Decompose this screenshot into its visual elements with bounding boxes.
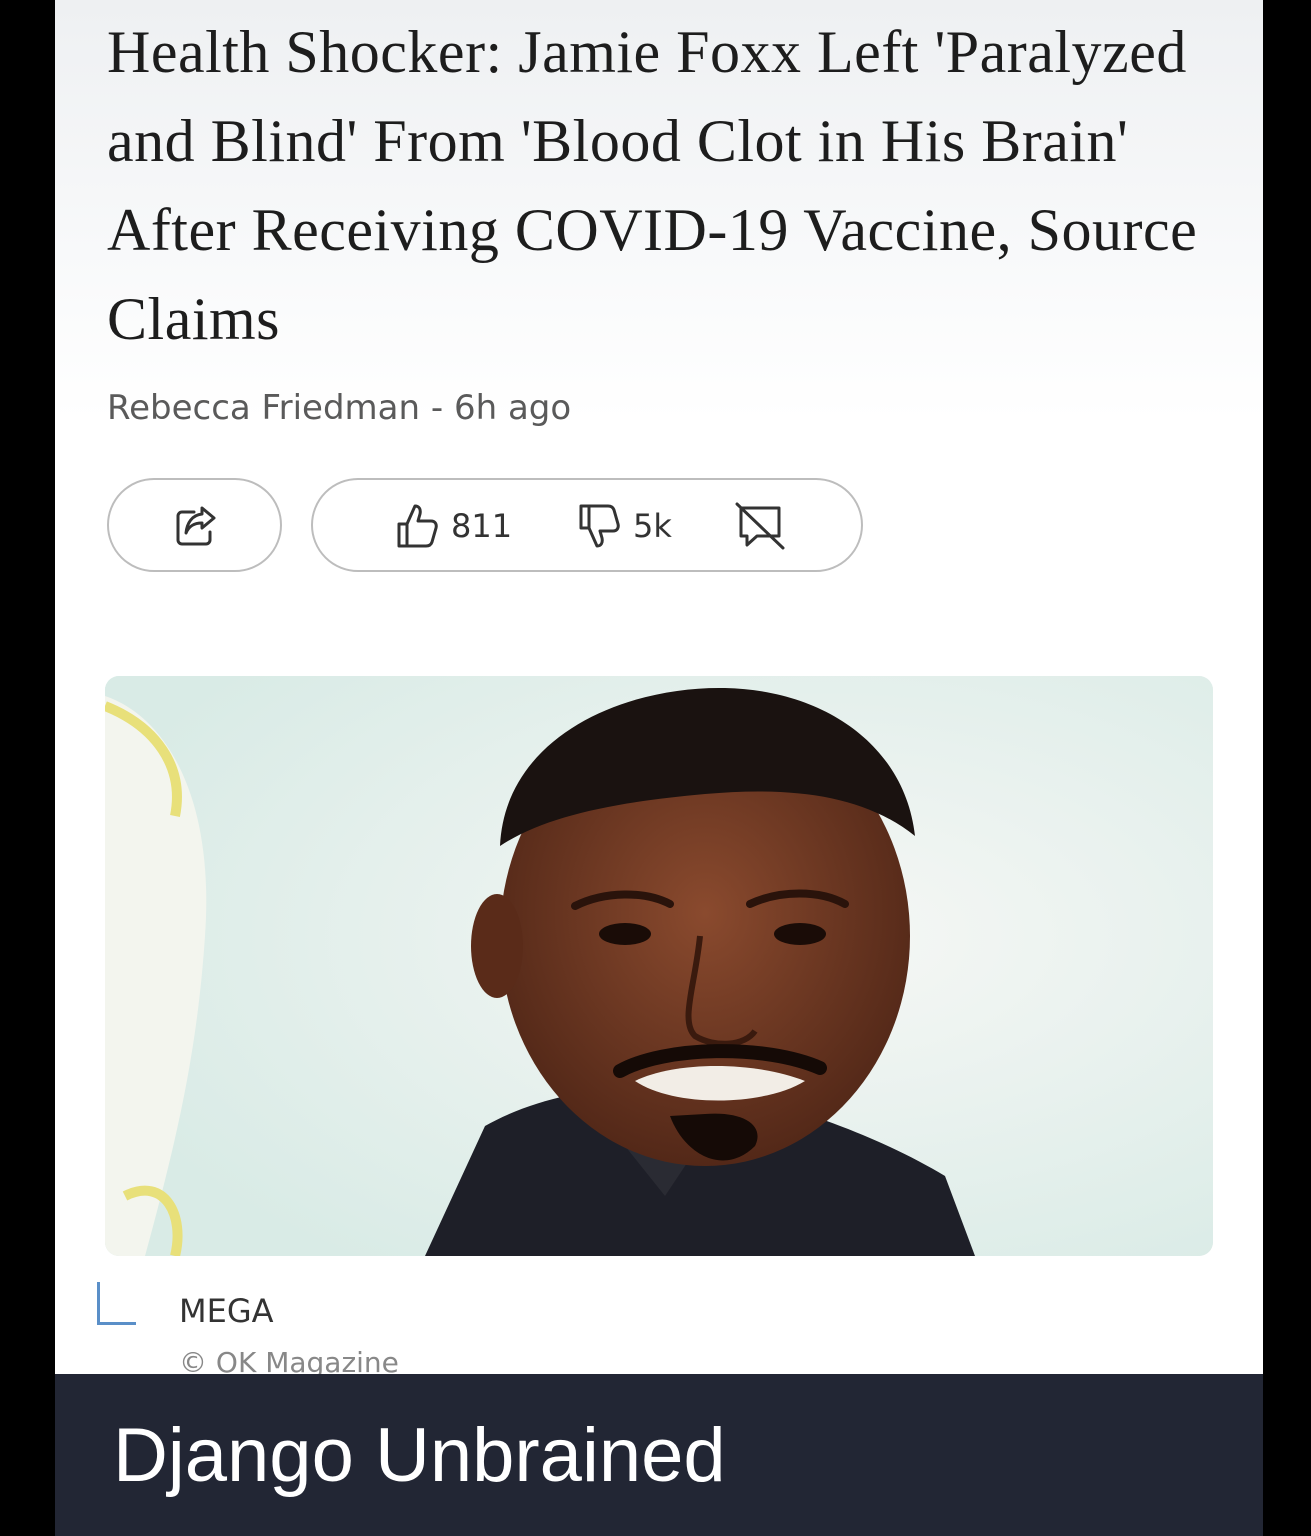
comments-disabled-button[interactable] — [733, 500, 787, 552]
article-photo[interactable] — [105, 676, 1213, 1256]
byline-separator: - — [430, 388, 444, 428]
thumbs-up-icon — [397, 504, 438, 548]
dislike-button[interactable]: 5k — [575, 500, 672, 552]
screenshot-frame: Health Shocker: Jamie Foxx Left 'Paralyz… — [55, 0, 1263, 1536]
thumbs-down-icon — [579, 504, 620, 548]
published-time: 6h ago — [453, 388, 572, 428]
like-button[interactable]: 811 — [393, 500, 512, 552]
meme-caption-bar: Django Unbrained — [55, 1374, 1263, 1536]
meme-caption: Django Unbrained — [113, 1413, 726, 1498]
author-name[interactable]: Rebecca Friedman — [107, 388, 420, 428]
share-icon — [176, 506, 216, 546]
dislike-count: 5k — [633, 507, 672, 545]
portrait-illustration — [105, 676, 1213, 1256]
credit-bracket — [97, 1282, 136, 1325]
comment-off-icon — [735, 502, 785, 550]
article-headline[interactable]: Health Shocker: Jamie Foxx Left 'Paralyz… — [107, 8, 1237, 364]
share-button[interactable] — [107, 478, 282, 572]
photo-credit: MEGA — [179, 1292, 274, 1330]
article-byline: Rebecca Friedman - 6h ago — [107, 388, 571, 428]
like-count: 811 — [451, 507, 513, 545]
reaction-bar: 811 5k — [311, 478, 863, 572]
